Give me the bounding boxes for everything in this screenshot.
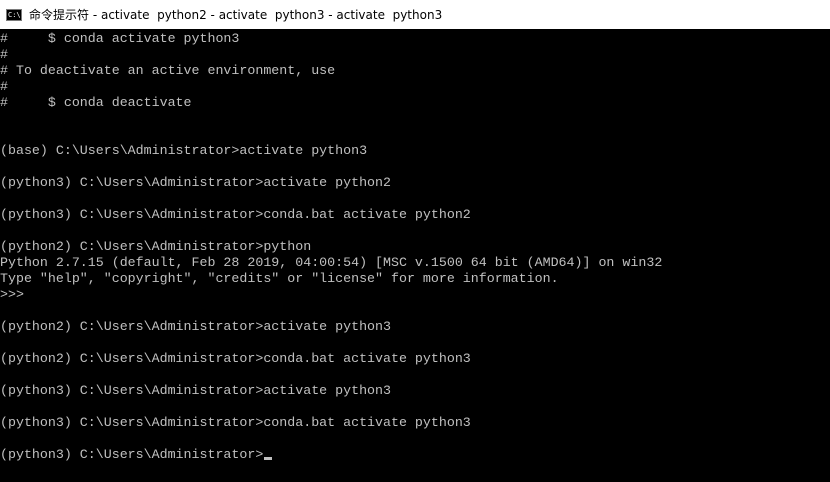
console-line: # To deactivate an active environment, u… [0, 63, 336, 78]
prompt-line[interactable]: (python3) C:\Users\Administrator> [0, 447, 830, 463]
console-line: (python2) C:\Users\Administrator>conda.b… [0, 351, 471, 366]
console-line: >>> [0, 287, 24, 302]
window-title: 命令提示符 - activate python2 - activate pyth… [29, 8, 443, 22]
console-output[interactable]: # $ conda activate python3 # # To deacti… [0, 29, 830, 482]
console-line: (python2) C:\Users\Administrator>python [0, 239, 312, 254]
console-line: # $ conda deactivate [0, 95, 192, 110]
console-line: (base) C:\Users\Administrator>activate p… [0, 143, 368, 158]
console-line: # $ conda activate python3 [0, 31, 240, 46]
console-line: # [0, 79, 8, 94]
console-line: (python2) C:\Users\Administrator>activat… [0, 319, 391, 334]
console-line: Type "help", "copyright", "credits" or "… [0, 271, 559, 286]
console-line: # [0, 47, 8, 62]
title-bar[interactable]: C:\ 命令提示符 - activate python2 - activate … [0, 0, 830, 29]
current-prompt: (python3) C:\Users\Administrator> [0, 447, 264, 462]
command-prompt-window: C:\ 命令提示符 - activate python2 - activate … [0, 0, 830, 482]
console-line: (python3) C:\Users\Administrator>conda.b… [0, 207, 471, 222]
console-line: (python3) C:\Users\Administrator>activat… [0, 175, 391, 190]
text-cursor [264, 457, 273, 460]
console-line: (python3) C:\Users\Administrator>conda.b… [0, 415, 471, 430]
console-line: (python3) C:\Users\Administrator>activat… [0, 383, 391, 398]
cmd-console-icon: C:\ [6, 8, 22, 21]
console-line: Python 2.7.15 (default, Feb 28 2019, 04:… [0, 255, 663, 270]
